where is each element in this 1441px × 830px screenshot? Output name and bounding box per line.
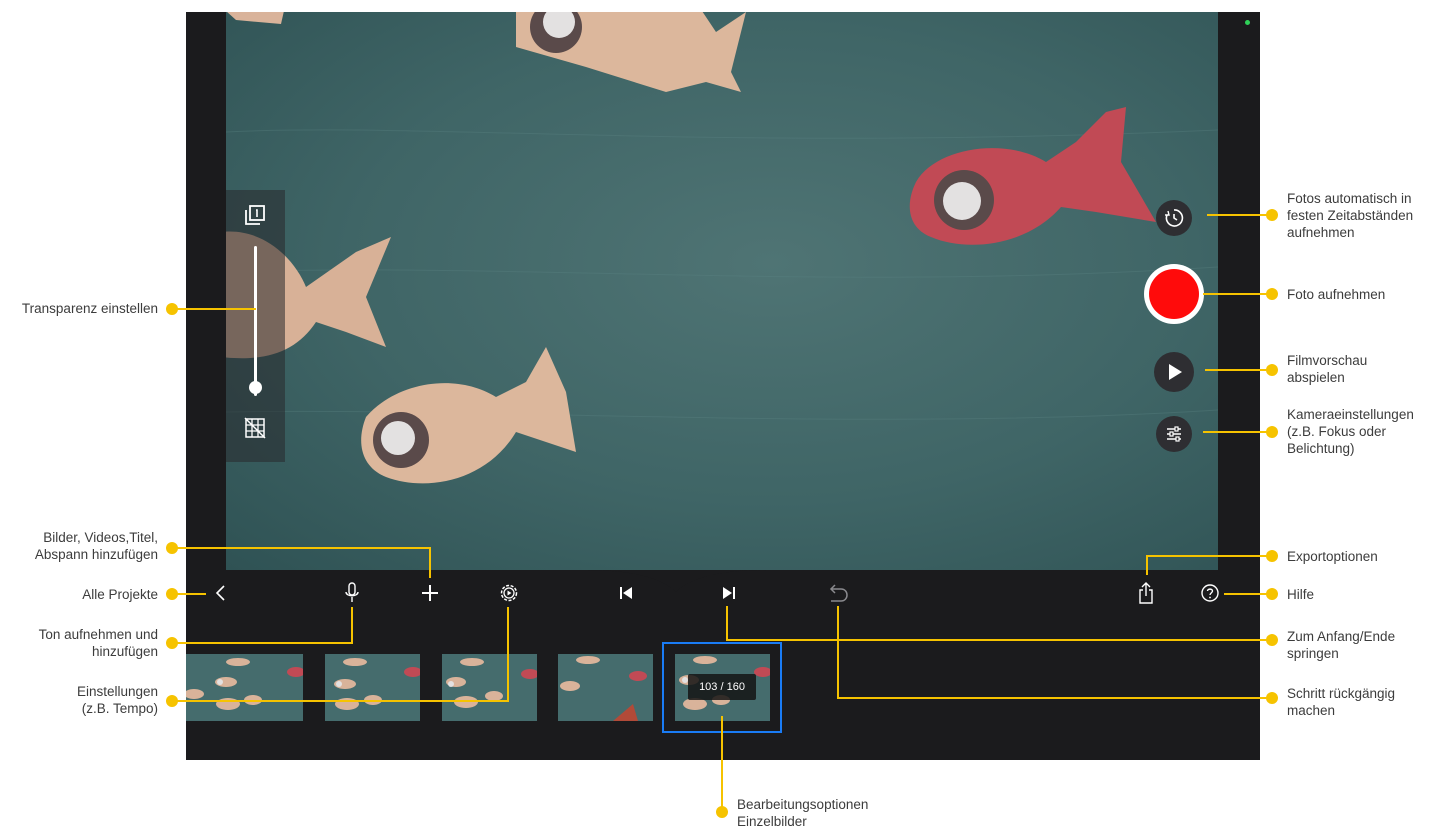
label-jump: Zum Anfang/Ende springen [1287,629,1396,661]
label-edit-frames: Bearbeitungsoptionen Einzelbilder [737,797,869,829]
label-settings: Einstellungen (z.B. Tempo) [76,684,158,716]
label-timelapse: Fotos automatisch in festen Zeitabständen… [1287,191,1414,240]
label-undo: Schritt rückgängig machen [1287,686,1396,718]
label-export: Exportoptionen [1287,549,1378,564]
label-transparency: Transparenz einstellen [21,301,158,316]
label-all-projects: Alle Projekte [82,587,158,602]
label-preview: Filmvorschau abspielen [1287,353,1368,385]
label-help: Hilfe [1287,587,1315,602]
label-take-photo: Foto aufnehmen [1287,287,1386,302]
label-add-media: Bilder, Videos,Titel, Abspann hinzufügen [34,530,158,562]
label-record-audio: Ton aufnehmen und hinzufügen [38,627,158,659]
label-camera-settings: Kameraeinstellungen (z.B. Fokus oder Belic… [1287,407,1414,456]
annotation-lines [166,209,1278,818]
